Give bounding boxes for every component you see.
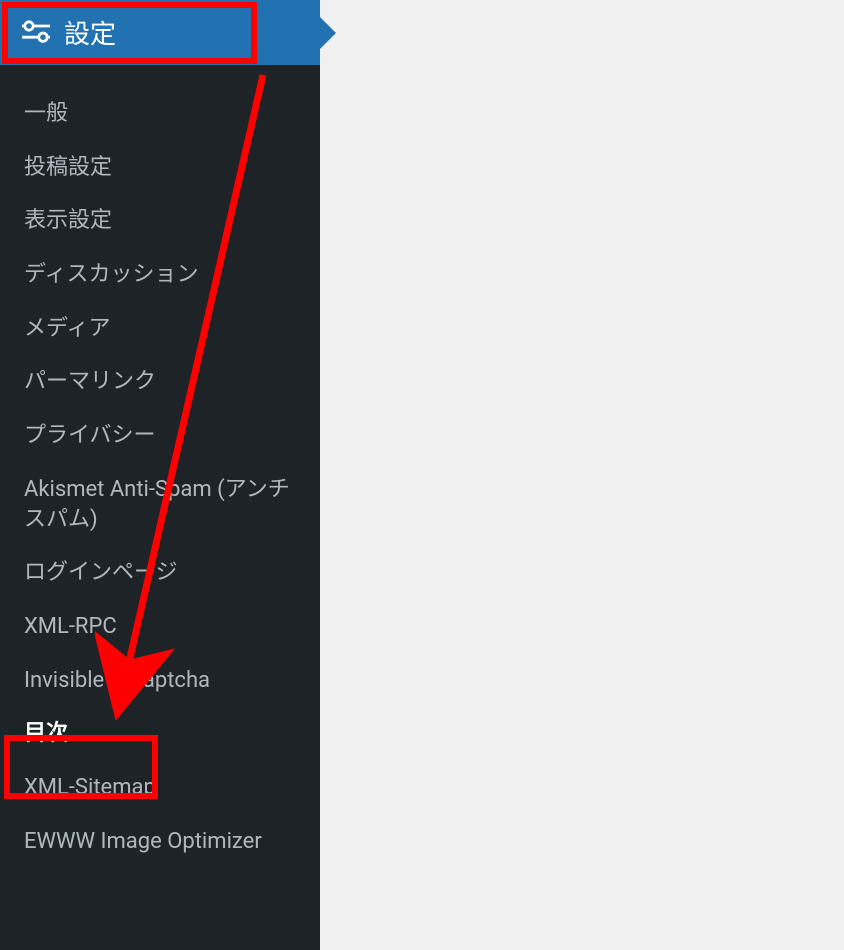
submenu-item-invisible-recaptcha[interactable]: Invisible reCaptcha: [0, 654, 320, 708]
submenu-item-ewww[interactable]: EWWW Image Optimizer: [0, 815, 320, 869]
settings-sliders-icon: [22, 19, 50, 47]
submenu-item-toc[interactable]: 目次: [0, 707, 320, 761]
submenu-item-general[interactable]: 一般: [0, 87, 320, 141]
admin-sidebar: 設定 一般 投稿設定 表示設定 ディスカッション メディア パーマリンク プライ…: [0, 0, 320, 950]
submenu-item-writing[interactable]: 投稿設定: [0, 141, 320, 195]
submenu-item-xml-rpc[interactable]: XML-RPC: [0, 600, 320, 654]
submenu-item-discussion[interactable]: ディスカッション: [0, 248, 320, 302]
menu-header-label: 設定: [64, 14, 116, 51]
submenu-item-privacy[interactable]: プライバシー: [0, 409, 320, 463]
submenu-item-reading[interactable]: 表示設定: [0, 194, 320, 248]
submenu-item-media[interactable]: メディア: [0, 302, 320, 356]
menu-header-settings[interactable]: 設定: [0, 0, 320, 65]
submenu-item-permalink[interactable]: パーマリンク: [0, 355, 320, 409]
submenu-item-login-page[interactable]: ログインページ: [0, 546, 320, 600]
submenu-item-xml-sitemap[interactable]: XML-Sitemap: [0, 761, 320, 815]
settings-submenu: 一般 投稿設定 表示設定 ディスカッション メディア パーマリンク プライバシー…: [0, 65, 320, 878]
submenu-item-akismet[interactable]: Akismet Anti-Spam (アンチスパム): [0, 463, 320, 546]
